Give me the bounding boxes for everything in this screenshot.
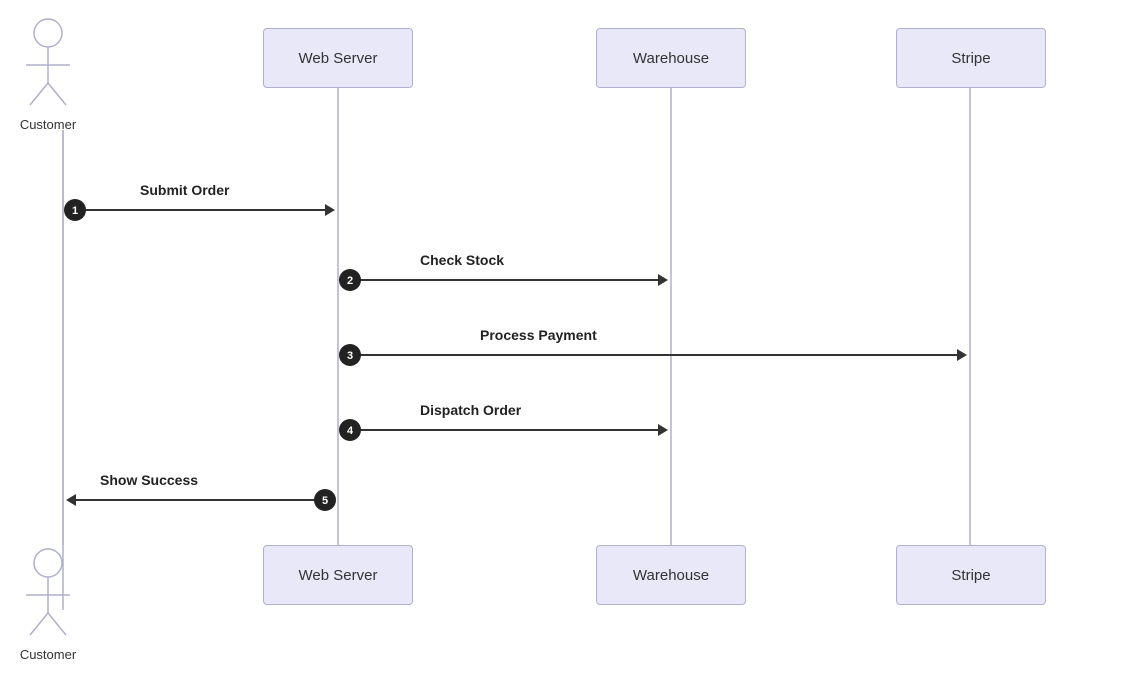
- actor-label-customer-bottom: Customer: [20, 647, 76, 662]
- svg-text:4: 4: [347, 425, 354, 437]
- svg-text:Process Payment: Process Payment: [480, 327, 597, 343]
- sequence-diagram: Submit Order 1 Check Stock 2 Process Pay…: [0, 0, 1125, 694]
- actor-customer-bottom: Customer: [18, 545, 78, 662]
- actor-label-webserver-bottom: Web Server: [299, 567, 378, 584]
- actor-label-stripe-top: Stripe: [951, 50, 990, 67]
- actor-label-warehouse-top: Warehouse: [633, 50, 709, 67]
- actor-box-warehouse-top: Warehouse: [596, 28, 746, 88]
- svg-text:Submit Order: Submit Order: [140, 182, 230, 198]
- actor-label-warehouse-bottom: Warehouse: [633, 567, 709, 584]
- svg-text:2: 2: [347, 275, 353, 287]
- actor-label-customer-top: Customer: [20, 117, 76, 132]
- svg-text:Dispatch Order: Dispatch Order: [420, 402, 522, 418]
- svg-text:3: 3: [347, 350, 353, 362]
- actor-customer-top: Customer: [18, 15, 78, 132]
- actor-box-stripe-bottom: Stripe: [896, 545, 1046, 605]
- actor-label-stripe-bottom: Stripe: [951, 567, 990, 584]
- svg-text:1: 1: [72, 205, 78, 217]
- svg-text:5: 5: [322, 495, 328, 507]
- actor-box-webserver-bottom: Web Server: [263, 545, 413, 605]
- actor-box-stripe-top: Stripe: [896, 28, 1046, 88]
- actor-box-warehouse-bottom: Warehouse: [596, 545, 746, 605]
- svg-text:Show Success: Show Success: [100, 472, 198, 488]
- actor-box-webserver-top: Web Server: [263, 28, 413, 88]
- actor-label-webserver-top: Web Server: [299, 50, 378, 67]
- svg-text:Check Stock: Check Stock: [420, 252, 504, 268]
